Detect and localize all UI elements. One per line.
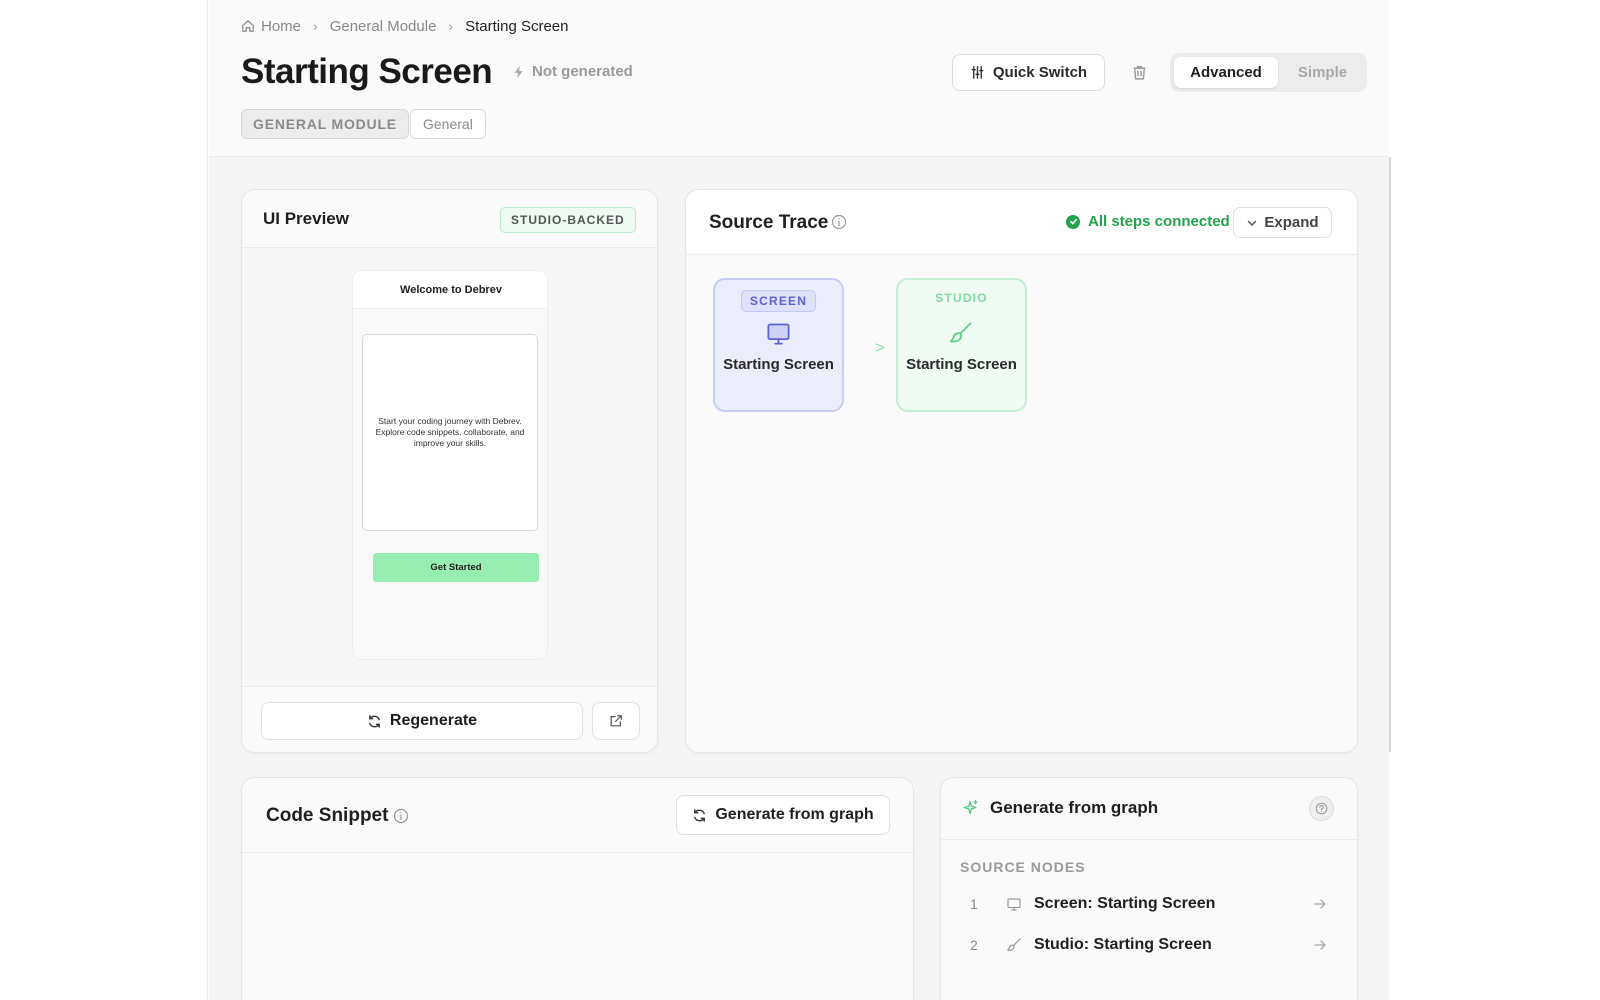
monitor-icon: [767, 323, 790, 345]
monitor-icon: [1007, 898, 1021, 911]
trash-icon: [1133, 65, 1145, 80]
help-button[interactable]: [1309, 796, 1334, 821]
breadcrumb-current: Starting Screen: [465, 17, 569, 35]
source-node-number: 1: [970, 896, 978, 912]
phone-body-text: Start your coding journey with Debrev. E…: [375, 416, 525, 448]
regenerate-label: Regenerate: [389, 712, 478, 729]
refresh-icon: [369, 714, 380, 728]
ui-preview-footer: Regenerate: [242, 686, 657, 752]
chevron-right-icon: ›: [448, 18, 454, 34]
phone-mockup: Welcome to Debrev Start your coding jour…: [352, 270, 548, 660]
phone-header: Welcome to Debrev: [353, 271, 547, 309]
right-gutter: [1391, 0, 1600, 1000]
info-icon[interactable]: [831, 214, 847, 230]
delete-button[interactable]: [1127, 60, 1151, 84]
category-tag[interactable]: General: [410, 109, 486, 139]
generate-panel-body: SOURCE NODES 1 Screen: Starting Screen 2…: [941, 840, 1357, 1000]
check-circle-icon: [1066, 214, 1080, 229]
generation-status: Not generated: [512, 63, 633, 80]
info-icon[interactable]: [393, 808, 409, 824]
lightning-icon: [514, 65, 523, 78]
code-snippet-header: Code Snippet Generate from graph: [242, 778, 913, 853]
expand-button[interactable]: Expand: [1233, 207, 1332, 238]
node-name: Starting Screen: [723, 356, 834, 373]
source-trace-title: Source Trace: [709, 212, 829, 233]
trace-node-screen[interactable]: SCREEN Starting Screen: [713, 278, 844, 412]
arrow-right-icon: [1314, 940, 1326, 950]
source-node-number: 2: [970, 937, 978, 953]
expand-label: Expand: [1264, 214, 1319, 231]
phone-content-box: Start your coding journey with Debrev. E…: [362, 334, 538, 531]
external-link-icon: [610, 715, 622, 727]
help-icon: [1315, 802, 1328, 815]
chevron-right-icon: ›: [313, 18, 318, 34]
code-snippet-card: Code Snippet Generate from graph: [241, 777, 914, 1000]
quick-switch-button[interactable]: Quick Switch: [952, 54, 1105, 91]
left-gutter: [0, 0, 208, 1000]
code-snippet-body: [242, 853, 913, 1000]
main-content: UI Preview STUDIO-BACKED Welcome to Debr…: [209, 157, 1389, 1000]
code-snippet-title: Code Snippet: [266, 805, 389, 826]
breadcrumb-home[interactable]: Home: [241, 18, 301, 35]
mode-simple-button[interactable]: Simple: [1282, 57, 1363, 88]
node-kind-wrap: STUDIO: [898, 280, 1025, 305]
refresh-icon: [694, 808, 706, 822]
regenerate-button[interactable]: Regenerate: [261, 702, 583, 740]
generate-panel-title: Generate from graph: [990, 798, 1159, 817]
mode-advanced-button[interactable]: Advanced: [1174, 57, 1278, 88]
page: Home › General Module › Starting Screen …: [209, 0, 1389, 1000]
arrow-right-icon: [1314, 899, 1326, 909]
breadcrumb: Home › General Module › Starting Screen: [241, 16, 568, 36]
connection-status: All steps connected: [1066, 213, 1230, 230]
breadcrumb-home-label: Home: [261, 17, 302, 35]
node-kind-label: SCREEN: [740, 290, 817, 312]
node-connector-arrow: >: [875, 338, 885, 357]
source-node-label: Screen: Starting Screen: [1034, 895, 1216, 912]
trace-node-studio[interactable]: STUDIO Starting Screen: [896, 278, 1027, 412]
chevron-down-icon: [1248, 220, 1257, 226]
source-trace-header: Source Trace All steps connected Expand: [686, 190, 1357, 255]
generation-status-label: Not generated: [532, 63, 633, 80]
ui-preview-card: UI Preview STUDIO-BACKED Welcome to Debr…: [241, 189, 658, 753]
node-kind-wrap: SCREEN: [715, 280, 842, 312]
brush-icon: [949, 322, 972, 343]
home-icon: [242, 20, 254, 32]
sparkle-icon: [963, 800, 978, 815]
source-nodes-heading: SOURCE NODES: [960, 859, 1086, 875]
breadcrumb-module[interactable]: General Module: [330, 18, 437, 35]
quick-switch-label: Quick Switch: [992, 64, 1088, 81]
generate-panel-card: Generate from graph SOURCE NODES 1 Scree…: [940, 777, 1358, 1000]
brush-icon: [1007, 938, 1021, 951]
module-tag[interactable]: GENERAL MODULE: [241, 109, 409, 139]
generate-from-graph-label: Generate from graph: [715, 806, 874, 823]
studio-backed-badge: STUDIO-BACKED: [500, 207, 636, 233]
source-trace-canvas: SCREEN Starting Screen > STUDIO Starting…: [686, 255, 1357, 752]
connection-status-label: All steps connected: [1088, 213, 1230, 230]
preview-area: Welcome to Debrev Start your coding jour…: [242, 248, 657, 686]
mode-toggle: Advanced Simple: [1170, 53, 1367, 92]
get-started-button[interactable]: Get Started: [373, 553, 539, 582]
generate-panel-header: Generate from graph: [941, 778, 1357, 840]
source-trace-card: Source Trace All steps connected Expand …: [685, 189, 1358, 753]
page-header: Home › General Module › Starting Screen …: [209, 0, 1389, 157]
node-name: Starting Screen: [906, 356, 1017, 373]
sliders-icon: [971, 66, 984, 79]
page-title: Starting Screen: [241, 52, 493, 91]
ui-preview-header: UI Preview STUDIO-BACKED: [242, 190, 657, 248]
source-node-row[interactable]: 1 Screen: Starting Screen: [941, 888, 1357, 920]
node-kind-label: STUDIO: [935, 291, 988, 305]
generate-from-graph-button[interactable]: Generate from graph: [676, 795, 890, 835]
ui-preview-title: UI Preview: [263, 209, 349, 228]
source-node-label: Studio: Starting Screen: [1034, 936, 1212, 953]
open-external-button[interactable]: [592, 702, 640, 740]
source-node-row[interactable]: 2 Studio: Starting Screen: [941, 929, 1357, 961]
